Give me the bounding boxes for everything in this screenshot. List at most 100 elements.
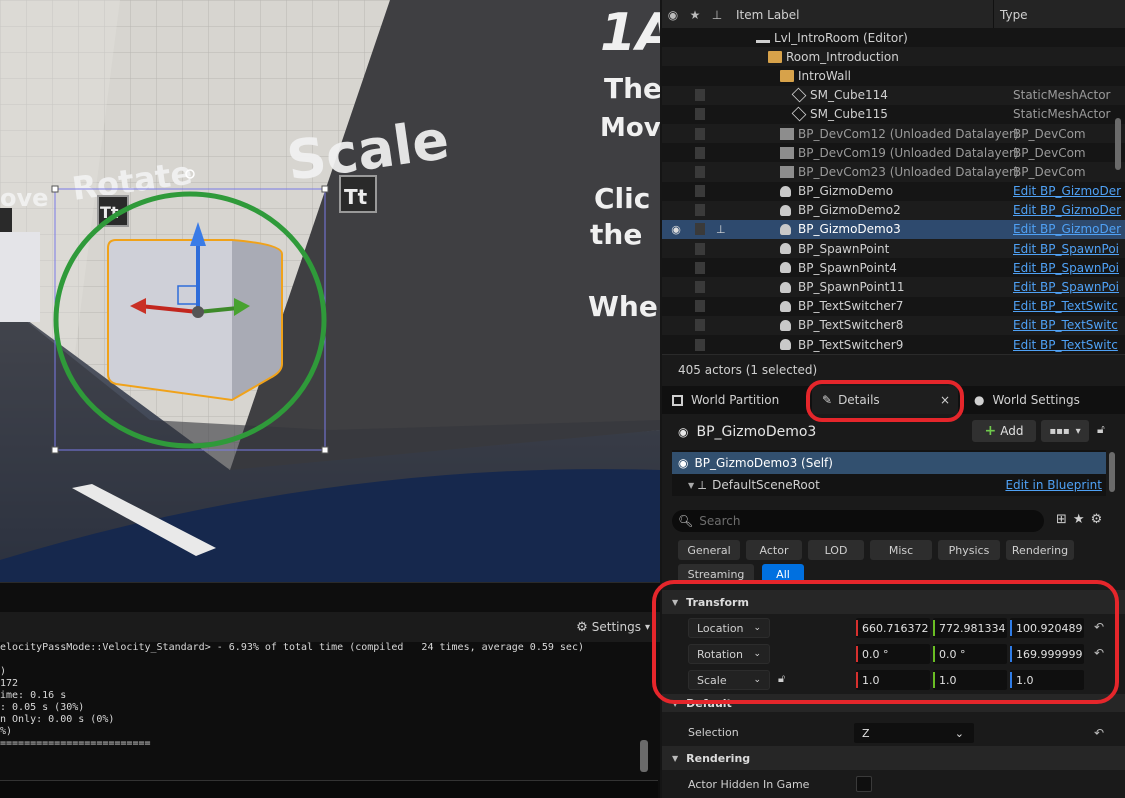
star-icon[interactable]: ★ xyxy=(1073,512,1091,527)
outliner-row-type[interactable]: Edit BP_SpawnPoi xyxy=(1013,261,1119,275)
outliner-list[interactable]: Lvl_IntroRoom (Editor) Room_Introduction I… xyxy=(662,28,1125,354)
tab-details[interactable]: ✎ Details × xyxy=(812,386,958,414)
filter-general[interactable]: General xyxy=(678,540,740,560)
details-search-input[interactable]: 🔍︎ Search xyxy=(672,510,1044,532)
outliner-row[interactable]: BP_GizmoDemo2 Edit BP_GizmoDer xyxy=(662,200,1125,220)
outliner-row[interactable]: Lvl_IntroRoom (Editor) xyxy=(662,28,1125,47)
filter-lod[interactable]: LOD xyxy=(808,540,864,560)
outliner-row-type[interactable]: Edit BP_SpawnPoi xyxy=(1013,280,1119,294)
reset-icon[interactable]: ↶ xyxy=(1094,620,1104,634)
add-component-button[interactable]: + Add xyxy=(972,420,1036,442)
component-self[interactable]: ◉ BP_GizmoDemo3 (Self) xyxy=(672,452,1106,474)
edit-in-blueprint-link[interactable]: Edit in Blueprint xyxy=(1005,478,1102,492)
location-dropdown[interactable]: Location ⌄ xyxy=(688,618,770,638)
scale-y-field[interactable]: 1.0 xyxy=(933,670,1007,690)
selection-dropdown[interactable]: Z ⌄ xyxy=(854,723,974,743)
outliner-row-label: BP_DevCom12 (Unloaded Datalayer) xyxy=(798,126,1019,141)
category-label: Rendering xyxy=(686,751,751,765)
outliner-row-type[interactable]: Edit BP_TextSwitc xyxy=(1013,299,1118,313)
outliner-row[interactable]: SM_Cube115 StaticMeshActor xyxy=(662,105,1125,124)
outliner-row[interactable]: BP_DevCom23 (Unloaded Datalayer) BP_DevCo… xyxy=(662,162,1125,182)
outliner-row[interactable]: SM_Cube114 StaticMeshActor xyxy=(662,85,1125,105)
pin-icon[interactable]: ⊥ xyxy=(716,223,726,236)
outliner-row-label: BP_SpawnPoint xyxy=(798,241,890,256)
filter-all[interactable]: All xyxy=(762,564,804,584)
outliner-row-type[interactable]: Edit BP_GizmoDer xyxy=(1013,222,1121,236)
outliner-row-type[interactable]: Edit BP_SpawnPoi xyxy=(1013,242,1119,256)
text-actor-icon[interactable]: Tt xyxy=(339,175,377,213)
outliner-row-type[interactable]: Edit BP_TextSwitc xyxy=(1013,338,1118,352)
rotation-dropdown[interactable]: Rotation ⌄ xyxy=(688,644,770,664)
outliner-row-type[interactable]: Edit BP_TextSwitc xyxy=(1013,318,1118,332)
text-actor-icon[interactable] xyxy=(0,208,12,232)
filter-rendering[interactable]: Rendering xyxy=(1006,540,1074,560)
outliner-row[interactable]: BP_DevCom12 (Unloaded Datalayer) BP_DevCo… xyxy=(662,123,1125,144)
filter-physics[interactable]: Physics xyxy=(938,540,1000,560)
scale-z-field[interactable]: 1.0 xyxy=(1010,670,1084,690)
column-type[interactable]: Type xyxy=(993,0,1103,30)
outliner-row[interactable]: BP_TextSwitcher7 Edit BP_TextSwitc xyxy=(662,297,1125,316)
outliner-row[interactable]: BP_TextSwitcher9 Edit BP_TextSwitc xyxy=(662,335,1125,354)
eye-icon[interactable]: ◉ xyxy=(668,223,684,236)
log-scrollbar[interactable] xyxy=(640,740,648,772)
console-input[interactable] xyxy=(0,780,658,798)
tab-world-partition[interactable]: World Partition xyxy=(672,386,779,414)
outliner-row[interactable]: BP_SpawnPoint11 Edit BP_SpawnPoi xyxy=(662,277,1125,297)
star-icon[interactable]: ★ xyxy=(684,8,706,22)
outliner-row[interactable]: BP_GizmoDemo Edit BP_GizmoDer xyxy=(662,182,1125,201)
category-rendering[interactable]: ▼ Rendering xyxy=(662,746,1125,770)
eye-icon[interactable]: ◉ xyxy=(662,8,684,22)
outliner-row-type: BP_DevCom xyxy=(1013,164,1086,179)
level-viewport[interactable]: Scale Rotate ove 1A The Mov Clic the Whe… xyxy=(0,0,660,582)
outliner-row-type[interactable]: Edit BP_GizmoDer xyxy=(1013,203,1121,217)
outliner-row[interactable]: IntroWall xyxy=(662,66,1125,85)
prop-selection: Selection Z ⌄ ↶ xyxy=(662,720,1125,746)
blueprint-icon xyxy=(780,165,794,178)
category-transform[interactable]: ▼ Transform xyxy=(662,590,1125,614)
column-item-label[interactable]: Item Label xyxy=(736,8,993,22)
filter-misc[interactable]: Misc xyxy=(870,540,932,560)
gear-icon[interactable]: ⚙ xyxy=(576,620,588,635)
viewport-scene[interactable]: Scale Rotate ove 1A The Mov Clic the Whe… xyxy=(0,0,660,582)
category-default[interactable]: ▼ Default xyxy=(662,694,1125,712)
scale-x-field[interactable]: 1.0 xyxy=(856,670,930,690)
location-z-field[interactable]: 100.920489 xyxy=(1010,618,1084,638)
location-y-field[interactable]: 772.981334 xyxy=(933,618,1007,638)
unlock-icon[interactable]: 🔓︎ xyxy=(1097,422,1105,437)
document-icon xyxy=(695,281,705,294)
outliner-row[interactable]: BP_DevCom19 (Unloaded Datalayer) BP_DevCo… xyxy=(662,143,1125,162)
outliner-row-type[interactable]: Edit BP_GizmoDer xyxy=(1013,184,1121,198)
log-line: n Only: 0.00 s (0%) xyxy=(0,714,115,725)
pin-icon[interactable]: ⊥ xyxy=(706,8,728,22)
rotation-z-field[interactable]: 169.999999 xyxy=(1010,644,1084,664)
outliner-row[interactable]: BP_SpawnPoint4 Edit BP_SpawnPoi xyxy=(662,258,1125,277)
outliner-row[interactable]: ◉ ⊥ BP_GizmoDemo3 Edit BP_GizmoDer xyxy=(662,219,1125,240)
document-icon xyxy=(695,146,705,159)
location-x-field[interactable]: 660.716372 xyxy=(856,618,930,638)
filter-streaming[interactable]: Streaming xyxy=(678,564,754,584)
tab-world-settings[interactable]: ● World Settings xyxy=(974,386,1080,414)
blueprint-options-button[interactable]: ▪▪▪ ▾ xyxy=(1041,420,1089,442)
outliner-row[interactable]: BP_SpawnPoint Edit BP_SpawnPoi xyxy=(662,239,1125,259)
components-scrollbar[interactable] xyxy=(1109,452,1115,492)
unlock-icon[interactable]: 🔓︎ xyxy=(778,672,785,686)
plus-icon: + xyxy=(984,423,997,439)
log-settings-button[interactable]: Settings xyxy=(592,620,641,634)
close-icon[interactable]: × xyxy=(940,393,950,407)
outliner-row[interactable]: Room_Introduction xyxy=(662,47,1125,67)
rotation-y-field[interactable]: 0.0 ° xyxy=(933,644,1007,664)
reset-icon[interactable]: ↶ xyxy=(1094,726,1104,740)
actor-hidden-checkbox[interactable] xyxy=(856,776,872,792)
gear-icon[interactable]: ⚙ xyxy=(1091,512,1109,527)
outliner-scrollbar[interactable] xyxy=(1115,118,1121,170)
log-line: ) xyxy=(0,666,7,677)
table-icon[interactable]: ⊞ xyxy=(1056,512,1073,527)
outliner-row[interactable]: BP_TextSwitcher8 Edit BP_TextSwitc xyxy=(662,315,1125,335)
filter-actor[interactable]: Actor xyxy=(746,540,802,560)
reset-icon[interactable]: ↶ xyxy=(1094,646,1104,660)
scale-dropdown[interactable]: Scale ⌄ xyxy=(688,670,770,690)
rotation-x-field[interactable]: 0.0 ° xyxy=(856,644,930,664)
chevron-down-icon[interactable]: ▾ xyxy=(645,622,650,633)
selected-cube[interactable] xyxy=(107,239,283,402)
component-default-scene-root[interactable]: ▼ ⟂ DefaultSceneRoot Edit in Blueprint xyxy=(672,474,1106,496)
